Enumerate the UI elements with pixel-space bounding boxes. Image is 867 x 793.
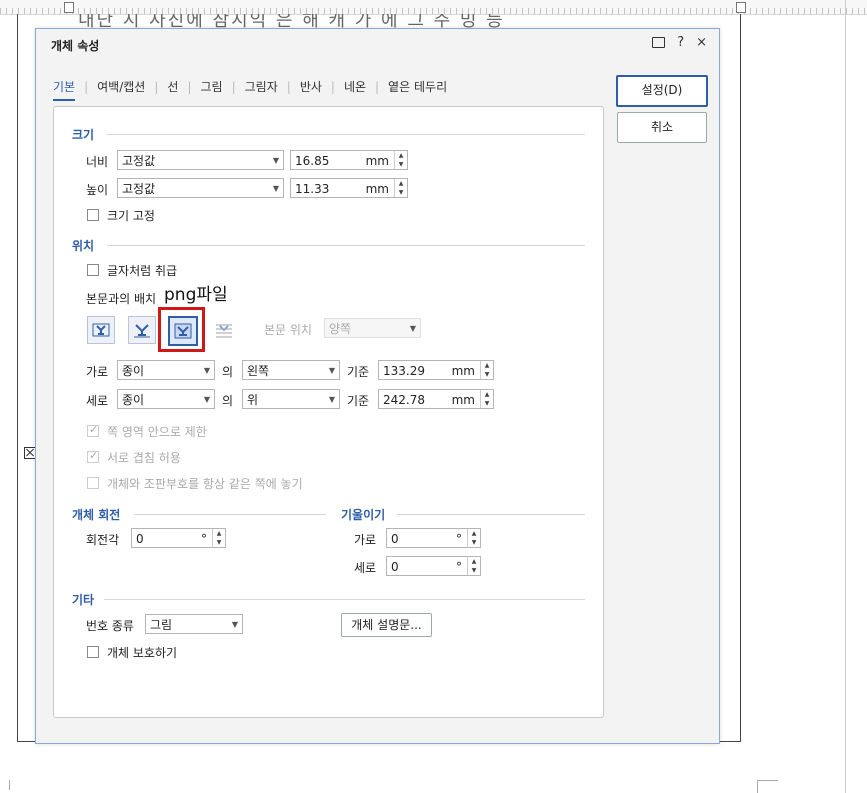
vertical-label: 세로 xyxy=(86,394,109,408)
vertical-offset-input[interactable]: 242.78 mm ▲ ▼ xyxy=(378,389,494,409)
protect-object-label: 개체 보호하기 xyxy=(107,646,178,660)
of-label: 의 xyxy=(222,365,234,379)
tab-bar: 기본 | 여백/캡션 | 선 | 그림 | 그림자 | 반사 | 네온 | 옅은 테두리 xyxy=(53,78,447,101)
width-mode-select[interactable]: 고정값 ▼ xyxy=(117,150,284,170)
basic-panel: 크기 너비 고정값 ▼ 16.85 mm ▲ ▼ 높이 고정값 ▼ 11.33 mm ▲ ▼ 크… xyxy=(53,106,604,718)
vertical-align-select[interactable]: 위 ▼ xyxy=(242,389,340,409)
dialog-titlebar[interactable]: 개체 속성 ? × xyxy=(36,29,719,59)
tab-soft-edge[interactable]: 옅은 테두리 xyxy=(388,78,447,95)
comment-icon[interactable] xyxy=(652,35,666,50)
dialog-title: 개체 속성 xyxy=(51,39,100,53)
skew-horizontal-input[interactable]: 0 ° ▲ ▼ xyxy=(386,528,481,548)
divider xyxy=(107,245,585,246)
width-spinner[interactable]: ▲ ▼ xyxy=(394,151,407,169)
annotation-highlight-box xyxy=(158,307,205,352)
horizontal-label: 가로 xyxy=(86,365,109,379)
height-mode-select[interactable]: 고정값 ▼ xyxy=(117,178,284,198)
ok-button[interactable]: 설정(D) xyxy=(616,75,708,107)
base-label: 기준 xyxy=(347,394,370,408)
tab-margin-caption[interactable]: 여백/캡션 xyxy=(97,78,145,95)
annotation-label: png파일 xyxy=(164,285,228,305)
help-icon[interactable]: ? xyxy=(677,35,684,50)
etc-group-title: 기타 xyxy=(72,593,95,607)
tab-picture[interactable]: 그림 xyxy=(201,78,223,95)
object-description-button[interactable]: 개체 설명문... xyxy=(341,613,432,637)
angle-label: 회전각 xyxy=(86,533,120,547)
body-position-label: 본문 위치 xyxy=(264,323,312,337)
cancel-button[interactable]: 취소 xyxy=(617,112,707,143)
treat-as-char-checkbox[interactable] xyxy=(87,264,99,276)
wrap-in-front-button[interactable] xyxy=(210,316,238,344)
allow-overlap-checkbox[interactable] xyxy=(87,449,99,463)
close-icon[interactable]: × xyxy=(696,35,707,50)
tab-neon[interactable]: 네온 xyxy=(344,78,366,95)
height-input[interactable]: 11.33 mm ▲ ▼ xyxy=(290,178,408,198)
tab-reflection[interactable]: 반사 xyxy=(300,78,322,95)
horizontal-ref-select[interactable]: 종이 ▼ xyxy=(117,360,215,380)
protect-object-checkbox[interactable] xyxy=(87,646,99,658)
width-label: 너비 xyxy=(86,155,109,169)
wrap-tight-button[interactable] xyxy=(128,316,156,344)
base-label: 기준 xyxy=(347,365,370,379)
rotation-group-title: 개체 회전 xyxy=(72,508,121,522)
skew-vertical-input[interactable]: 0 ° ▲ ▼ xyxy=(386,556,481,576)
vertical-ref-select[interactable]: 종이 ▼ xyxy=(117,389,215,409)
skew-horizontal-spinner[interactable]: ▲ ▼ xyxy=(467,529,480,547)
width-input[interactable]: 16.85 mm ▲ ▼ xyxy=(290,150,408,170)
number-type-select[interactable]: 그림 ▼ xyxy=(145,614,243,634)
number-type-label: 번호 종류 xyxy=(86,619,134,633)
lock-size-label: 크기 고정 xyxy=(107,209,155,223)
same-page-label: 개체와 조판부호를 항상 같은 쪽에 놓기 xyxy=(107,477,303,491)
tab-shadow[interactable]: 그림자 xyxy=(245,78,278,95)
divider xyxy=(107,134,585,135)
skew-vertical-spinner[interactable]: ▲ ▼ xyxy=(467,557,480,575)
horizontal-align-select[interactable]: 왼쪽 ▼ xyxy=(242,360,340,380)
horizontal-offset-spinner[interactable]: ▲ ▼ xyxy=(480,361,493,379)
limit-page-checkbox[interactable] xyxy=(87,423,99,437)
height-label: 높이 xyxy=(86,183,109,197)
wrap-square-button[interactable] xyxy=(87,316,115,344)
divider xyxy=(104,599,585,600)
horizontal-ruler[interactable] xyxy=(0,0,867,15)
body-position-select[interactable]: 양쪽 ▼ xyxy=(324,318,421,338)
page-corner-mark xyxy=(9,780,10,790)
skew-vertical-label: 세로 xyxy=(354,561,377,575)
page-corner-mark xyxy=(757,780,778,793)
height-spinner[interactable]: ▲ ▼ xyxy=(394,179,407,197)
horizontal-offset-input[interactable]: 133.29 mm ▲ ▼ xyxy=(378,360,494,380)
lock-size-checkbox[interactable] xyxy=(87,209,99,221)
of-label: 의 xyxy=(222,394,234,408)
tab-basic[interactable]: 기본 xyxy=(53,78,76,101)
tab-line[interactable]: 선 xyxy=(167,78,178,95)
vertical-offset-spinner[interactable]: ▲ ▼ xyxy=(480,390,493,408)
allow-overlap-label: 서로 겹침 허용 xyxy=(107,451,181,465)
right-indent-marker[interactable] xyxy=(736,2,746,13)
treat-as-char-label: 글자처럼 취급 xyxy=(107,264,178,278)
skew-horizontal-label: 가로 xyxy=(354,533,377,547)
divider xyxy=(134,514,326,515)
angle-spinner[interactable]: ▲ ▼ xyxy=(212,529,225,547)
same-page-checkbox[interactable] xyxy=(87,477,99,489)
divider xyxy=(397,514,585,515)
limit-page-label: 쪽 영역 안으로 제한 xyxy=(107,425,207,439)
object-properties-dialog: 개체 속성 ? × 기본 | 여백/캡션 | 선 | 그림 | 그림자 | 반사 | 네온 |… xyxy=(35,28,720,744)
angle-input[interactable]: 0 ° ▲ ▼ xyxy=(131,528,226,548)
size-group-title: 크기 xyxy=(72,128,95,142)
left-indent-marker[interactable] xyxy=(64,2,74,13)
wrap-label: 본문과의 배치 xyxy=(86,292,157,306)
skew-group-title: 기울이기 xyxy=(341,508,386,522)
position-group-title: 위치 xyxy=(72,239,95,253)
scrollbar-edge xyxy=(845,0,846,793)
